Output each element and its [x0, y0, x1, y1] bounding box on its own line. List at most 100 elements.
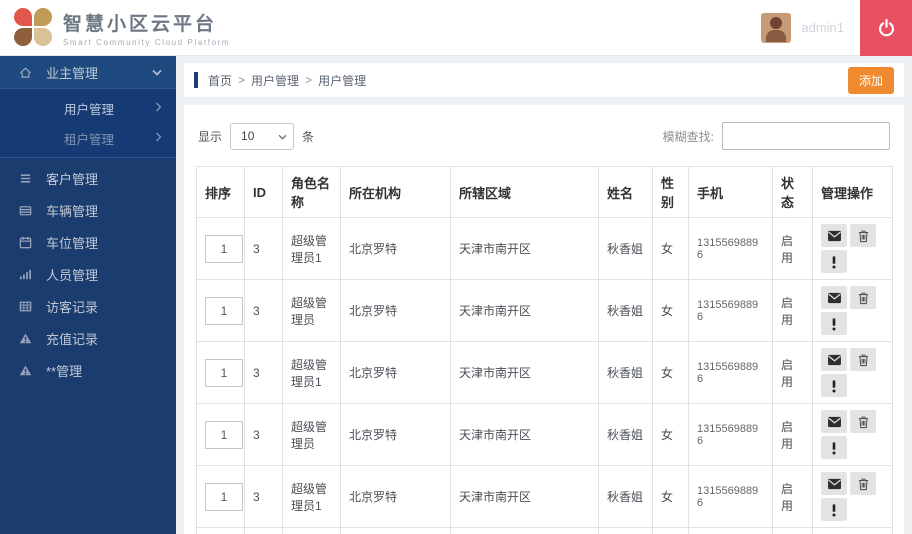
column-header: 性别 [652, 166, 689, 218]
column-header: 姓名 [598, 166, 653, 218]
chart-icon [18, 266, 34, 282]
warning-icon [18, 330, 34, 346]
mail-icon [827, 478, 842, 490]
user-avatar[interactable] [761, 12, 792, 43]
alert-button[interactable] [821, 250, 847, 273]
cell-region: 天津市南开区 [450, 217, 599, 280]
app-header: 智慧小区云平台 Smart Community Cloud Platform a… [0, 0, 912, 56]
cell-gender: 女 [652, 465, 689, 528]
trash-icon [857, 229, 870, 243]
column-header: 管理操作 [812, 166, 893, 218]
breadcrumb-item[interactable]: 首页 [208, 72, 232, 89]
sidebar-item-label: 客户管理 [46, 171, 99, 187]
message-button[interactable] [821, 224, 847, 247]
mail-icon [827, 416, 842, 428]
exclaim-icon [831, 255, 837, 269]
page-size-select[interactable]: 10 [230, 122, 295, 150]
cell-gender: 女 [652, 217, 689, 280]
delete-button[interactable] [850, 472, 876, 495]
cell-status: 启用 [772, 465, 813, 528]
trash-icon [857, 353, 870, 367]
cell-order [196, 527, 245, 534]
cell-phone: 13155698896 [688, 341, 773, 404]
search-label: 模糊查找: [662, 129, 714, 144]
message-button[interactable] [821, 410, 847, 433]
cell-name: 秋香姐 [598, 217, 653, 280]
add-button[interactable]: 添加 [847, 66, 894, 94]
order-input[interactable] [205, 420, 243, 449]
cell-region: 天津市南开区 [450, 341, 599, 404]
content-panel: 显示 10 条 模糊查找: 排序 ID 角色名称 所在机构 所辖区域 姓名 性别… [184, 105, 904, 534]
list-icon [18, 170, 34, 186]
cell-order [196, 217, 245, 280]
order-input[interactable] [205, 358, 243, 387]
message-button[interactable] [821, 348, 847, 371]
sidebar-item-label: 人员管理 [46, 267, 99, 283]
mail-icon [827, 354, 842, 366]
breadcrumb-item[interactable]: 用户管理 [318, 72, 366, 89]
cell-order [196, 341, 245, 404]
trash-icon [857, 415, 870, 429]
cell-name: 秋香姐 [598, 279, 653, 342]
sidebar-item-label: 访客记录 [46, 299, 99, 315]
message-button[interactable] [821, 472, 847, 495]
sidebar-item-label: 业主管理 [46, 65, 99, 81]
chevron-right-icon [155, 101, 162, 115]
cell-region: 天津市南开区 [450, 527, 599, 534]
cell-org: 北京罗特 [340, 341, 451, 404]
sidebar-item[interactable]: 人员管理 [0, 258, 176, 290]
cell-actions [812, 527, 893, 534]
breadcrumb-item[interactable]: 用户管理 [251, 72, 299, 89]
sidebar-subitem[interactable]: 租户管理 [0, 123, 176, 153]
sidebar-item[interactable]: 车辆管理 [0, 194, 176, 226]
column-header: ID [244, 166, 283, 218]
cell-role: 超级管理员 [282, 403, 341, 466]
table-icon [18, 298, 34, 314]
trash-icon [857, 477, 870, 491]
delete-button[interactable] [850, 410, 876, 433]
cell-phone: 13155698896 [688, 465, 773, 528]
message-button[interactable] [821, 286, 847, 309]
logout-button[interactable] [860, 0, 912, 56]
cell-status: 启用 [772, 341, 813, 404]
order-input[interactable] [205, 234, 243, 263]
cell-id: 3 [244, 527, 283, 534]
main-content: 首页 > 用户管理 > 用户管理 添加 显示 10 条 模糊查找: 排序 ID … [176, 56, 912, 534]
sidebar-item[interactable]: 业主管理 [0, 56, 176, 88]
alert-button[interactable] [821, 498, 847, 521]
table-row: 3超级管理员北京罗特天津市南开区秋香姐女13155698896启用 [196, 403, 893, 466]
sidebar-nav: 业主管理用户管理 租户管理客户管理车辆管理 车位管理人员管理访客记录充值记录 **管理 [0, 56, 176, 534]
chevron-right-icon [155, 131, 162, 145]
power-icon [877, 18, 896, 37]
username-label: admin1 [801, 20, 844, 35]
sidebar-item[interactable]: 客户管理 [0, 162, 176, 194]
sidebar-item[interactable]: 车位管理 [0, 226, 176, 258]
table-row: 3超级管理员1北京罗特天津市南开区秋香姐女13155698896启用 [196, 217, 893, 280]
order-input[interactable] [205, 296, 243, 325]
table-row: 3超级管理员1北京罗特天津市南开区秋香姐女13155698896启用 [196, 465, 893, 528]
cell-id: 3 [244, 403, 283, 466]
order-input[interactable] [205, 482, 243, 511]
delete-button[interactable] [850, 348, 876, 371]
alert-button[interactable] [821, 436, 847, 459]
sidebar-subitem[interactable]: 用户管理 [0, 93, 176, 123]
delete-button[interactable] [850, 286, 876, 309]
delete-button[interactable] [850, 224, 876, 247]
cell-status: 启用 [772, 279, 813, 342]
cell-org: 北京罗特 [340, 217, 451, 280]
card-icon [18, 202, 34, 218]
cell-name: 秋香姐 [598, 341, 653, 404]
sidebar-item[interactable]: 访客记录 [0, 290, 176, 322]
exclaim-icon [831, 441, 837, 455]
column-header: 状态 [772, 166, 813, 218]
users-table: 排序ID角色名称所在机构所辖区域姓名性别手机状态管理操作 3超级管理员1北京罗特… [196, 166, 893, 534]
alert-button[interactable] [821, 374, 847, 397]
sidebar-item[interactable]: **管理 [0, 354, 176, 386]
search-input[interactable] [722, 122, 890, 150]
cell-id: 3 [244, 279, 283, 342]
alert-button[interactable] [821, 312, 847, 335]
home-icon [18, 64, 34, 80]
cell-org: 北京罗特 [340, 403, 451, 466]
calendar-icon [18, 234, 34, 250]
sidebar-item[interactable]: 充值记录 [0, 322, 176, 354]
